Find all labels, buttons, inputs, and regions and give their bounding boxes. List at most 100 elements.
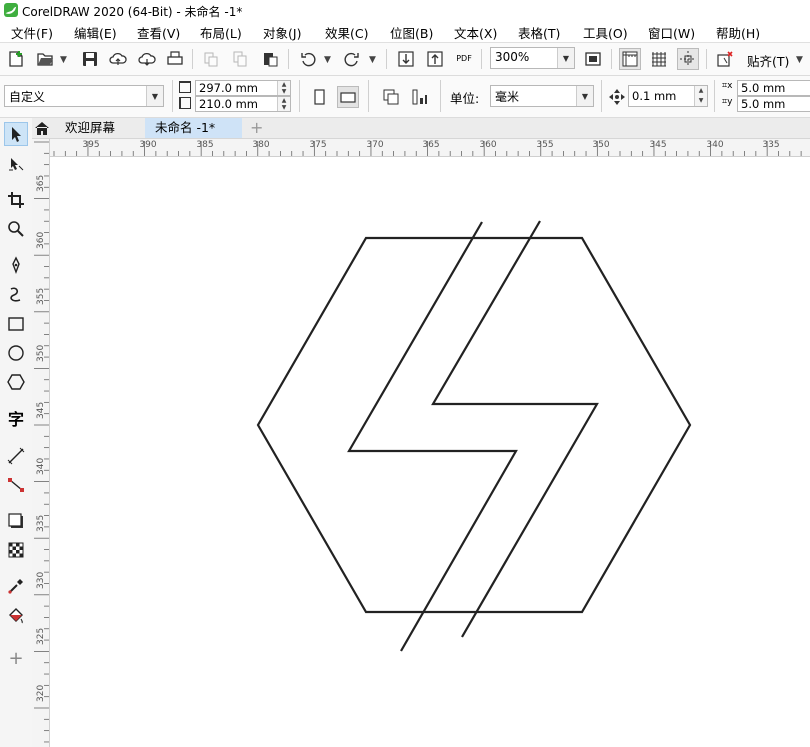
chevron-down-icon[interactable]: ▼ xyxy=(576,86,593,106)
coreldraw-logo-icon xyxy=(4,3,18,17)
zoom-level-combo[interactable]: 300% ▼ xyxy=(490,47,575,69)
save-icon[interactable] xyxy=(79,48,101,70)
units-combo[interactable]: 毫米 ▼ xyxy=(490,85,594,107)
chevron-down-icon[interactable]: ▼ xyxy=(557,48,574,68)
transparency-tool-icon[interactable] xyxy=(4,538,28,562)
duplicate-x-field[interactable]: 5.0 mm xyxy=(737,80,810,96)
redo-icon[interactable] xyxy=(341,48,363,70)
page-width-icon xyxy=(179,81,191,93)
ruler-label: 345 xyxy=(649,140,667,150)
menu-layout[interactable]: 布局(L) xyxy=(200,23,242,42)
open-folder-icon[interactable] xyxy=(34,48,56,70)
polygon-tool-icon[interactable] xyxy=(4,370,28,394)
full-screen-icon[interactable] xyxy=(582,48,604,70)
zoom-level-value: 300% xyxy=(495,50,530,64)
chevron-down-icon[interactable]: ▼ xyxy=(146,86,163,106)
undo-icon[interactable] xyxy=(297,48,319,70)
ruler-label: 350 xyxy=(592,140,610,150)
all-pages-icon[interactable] xyxy=(380,86,402,108)
menu-window[interactable]: 窗口(W) xyxy=(648,23,695,42)
pick-tool-icon[interactable] xyxy=(4,122,28,146)
zoom-tool-icon[interactable] xyxy=(4,217,28,241)
dimension-tool-icon[interactable] xyxy=(4,444,28,468)
menu-object[interactable]: 对象(J) xyxy=(263,23,301,42)
horizontal-ruler[interactable]: 395 390 385 380 375 370 365 360 355 350 … xyxy=(49,139,810,157)
drop-shadow-tool-icon[interactable] xyxy=(4,509,28,533)
title-bar: CorelDRAW 2020 (64-Bit) - 未命名 -1* xyxy=(0,0,810,20)
paste-icon[interactable] xyxy=(259,48,281,70)
toolbox: 字 + xyxy=(0,118,33,747)
redo-dropdown-icon[interactable]: ▼ xyxy=(369,55,376,65)
nudge-distance-field[interactable]: 0.1 mm ▲ ▼ xyxy=(628,85,708,107)
snap-off-icon[interactable] xyxy=(714,48,736,70)
freehand-tool-icon[interactable] xyxy=(4,253,28,277)
spin-arrows-icon[interactable]: ▲ ▼ xyxy=(277,81,290,95)
show-rulers-icon[interactable] xyxy=(619,48,641,70)
ruler-label: 325 xyxy=(36,627,46,645)
page-preset-combo[interactable]: 自定义 ▼ xyxy=(4,85,164,107)
cut-icon[interactable] xyxy=(200,48,222,70)
current-page-icon[interactable] xyxy=(409,86,431,108)
spin-arrows-icon[interactable]: ▲ ▼ xyxy=(277,97,290,111)
add-tool-glyph: + xyxy=(8,647,24,669)
home-icon[interactable] xyxy=(34,120,50,136)
copy-icon[interactable] xyxy=(229,48,251,70)
menu-file[interactable]: 文件(F) xyxy=(11,23,53,42)
landscape-orientation-icon[interactable] xyxy=(337,86,359,108)
interactive-fill-tool-icon[interactable] xyxy=(4,604,28,628)
vertical-ruler[interactable]: 365 360 355 350 345 340 335 330 325 320 xyxy=(32,139,50,747)
page-width-field[interactable]: 297.0 mm ▲ ▼ xyxy=(195,80,291,96)
menu-table[interactable]: 表格(T) xyxy=(518,23,560,42)
duplicate-x-value: 5.0 mm xyxy=(741,81,786,95)
cloud-download-icon[interactable] xyxy=(136,48,158,70)
show-grid-icon[interactable] xyxy=(648,48,670,70)
rectangle-tool-icon[interactable] xyxy=(4,312,28,336)
duplicate-y-field[interactable]: 5.0 mm xyxy=(737,96,810,112)
ruler-label: 390 xyxy=(139,140,157,150)
lightning-right-stroke[interactable] xyxy=(431,220,599,638)
drawing-canvas[interactable] xyxy=(50,157,810,747)
undo-dropdown-icon[interactable]: ▼ xyxy=(324,55,331,65)
property-bar: 自定义 ▼ 297.0 mm ▲ ▼ 210.0 mm ▲ ▼ 单位: 毫米 ▼ 0… xyxy=(0,76,810,118)
publish-pdf-icon[interactable]: PDF xyxy=(453,48,475,70)
ellipse-tool-icon[interactable] xyxy=(4,341,28,365)
snap-dropdown-icon[interactable]: ▼ xyxy=(796,55,803,65)
nudge-distance-icon xyxy=(606,86,628,108)
new-document-icon[interactable] xyxy=(5,48,27,70)
crop-tool-icon[interactable] xyxy=(4,188,28,212)
eyedropper-tool-icon[interactable] xyxy=(4,574,28,598)
tab-untitled-1[interactable]: 未命名 -1* xyxy=(145,118,242,138)
connector-tool-icon[interactable] xyxy=(4,473,28,497)
menu-edit[interactable]: 编辑(E) xyxy=(74,23,117,42)
menu-tools[interactable]: 工具(O) xyxy=(583,23,628,42)
menu-bar: 文件(F) 编辑(E) 查看(V) 布局(L) 对象(J) 效果(C) 位图(B… xyxy=(0,20,810,43)
spin-arrows-icon[interactable]: ▲ ▼ xyxy=(694,86,707,106)
customize-toolbox-button[interactable]: + xyxy=(4,646,28,670)
menu-help[interactable]: 帮助(H) xyxy=(716,23,760,42)
menu-bitmaps[interactable]: 位图(B) xyxy=(390,23,433,42)
page-height-field[interactable]: 210.0 mm ▲ ▼ xyxy=(195,96,291,112)
cloud-upload-icon[interactable] xyxy=(107,48,129,70)
duplicate-y-icon: ⌗y xyxy=(722,97,733,107)
tab-welcome-screen[interactable]: 欢迎屏幕 xyxy=(55,118,125,138)
tab-untitled-label: 未命名 -1* xyxy=(155,120,216,135)
ruler-label: 355 xyxy=(36,287,46,305)
export-icon[interactable] xyxy=(424,48,446,70)
print-icon[interactable] xyxy=(164,48,186,70)
show-guidelines-icon[interactable] xyxy=(677,48,699,70)
ruler-label: 365 xyxy=(36,174,46,192)
text-tool-icon[interactable]: 字 xyxy=(4,406,28,430)
import-icon[interactable] xyxy=(395,48,417,70)
new-tab-button[interactable]: + xyxy=(244,118,269,138)
artistic-media-tool-icon[interactable] xyxy=(4,282,28,306)
open-dropdown-icon[interactable]: ▼ xyxy=(60,55,67,65)
ruler-label: 365 xyxy=(422,140,440,150)
portrait-orientation-icon[interactable] xyxy=(308,86,330,108)
shape-tool-icon[interactable] xyxy=(4,152,28,176)
menu-effects[interactable]: 效果(C) xyxy=(325,23,368,42)
hexagon-shape[interactable] xyxy=(256,236,692,614)
ruler-label: 360 xyxy=(479,140,497,150)
snap-to-button[interactable]: 贴齐(T) xyxy=(747,51,789,70)
menu-view[interactable]: 查看(V) xyxy=(137,23,180,42)
menu-text[interactable]: 文本(X) xyxy=(454,23,497,42)
